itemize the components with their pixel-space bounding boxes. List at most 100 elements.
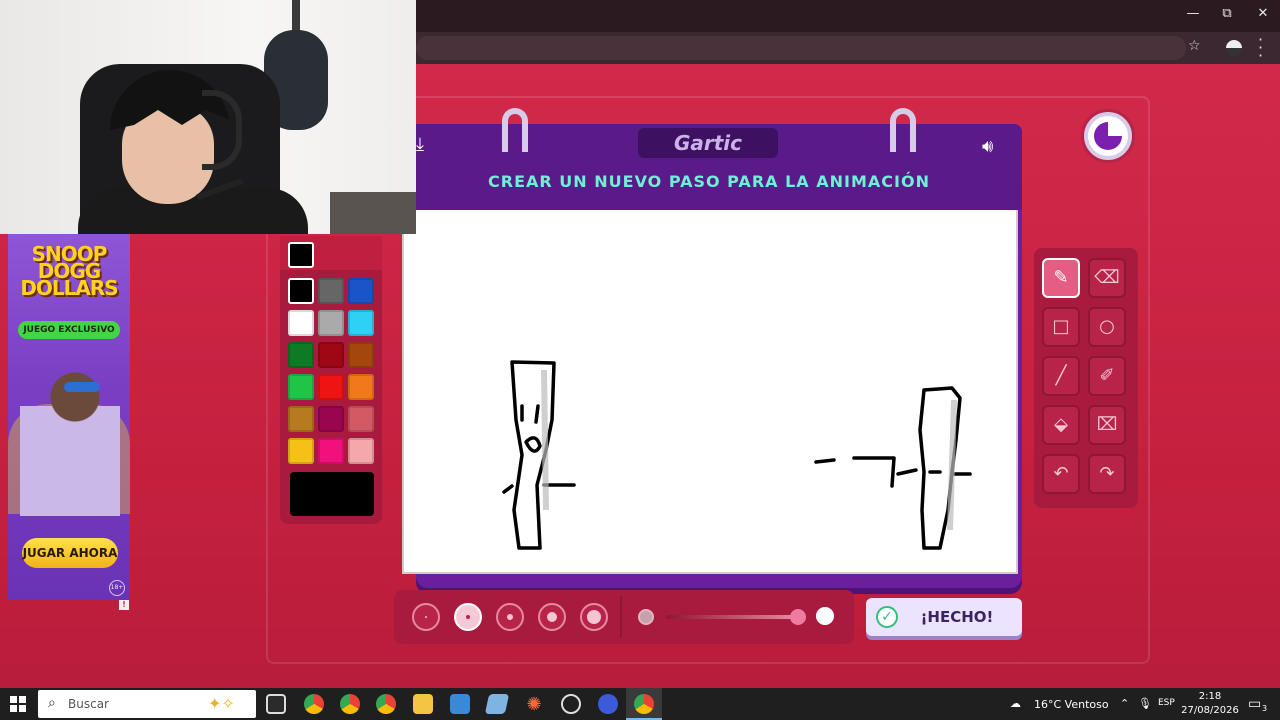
taskbar-active-chrome[interactable] xyxy=(626,688,662,720)
task-view-icon[interactable] xyxy=(266,694,286,714)
brush-dot-icon xyxy=(547,612,557,622)
color-swatch[interactable] xyxy=(318,374,344,400)
onion-skin-stroke xyxy=(947,399,957,531)
chrome-icon xyxy=(634,694,654,714)
opacity-slider[interactable] xyxy=(666,615,796,619)
chrome-icon[interactable] xyxy=(340,694,360,714)
brush-controls xyxy=(394,590,854,644)
download-icon[interactable]: ⤓ xyxy=(416,134,436,156)
chrome-icon[interactable] xyxy=(376,694,396,714)
ad-tagline: JUEGO EXCLUSIVO xyxy=(18,321,120,339)
color-swatch[interactable] xyxy=(348,438,374,464)
timer-progress xyxy=(1094,122,1122,150)
color-swatch[interactable] xyxy=(348,342,374,368)
check-icon: ✓ xyxy=(876,606,898,628)
color-swatch[interactable] xyxy=(348,374,374,400)
game-panel: Gartic ⤓ 🔊︎ CREAR UN NUEVO PASO PARA LA … xyxy=(402,108,1022,588)
fill-icon[interactable]: ⬙ xyxy=(1042,405,1080,445)
onion-skin-stroke xyxy=(541,369,549,511)
selected-color-preview xyxy=(290,472,374,516)
color-swatch[interactable] xyxy=(288,406,314,432)
color-swatch[interactable] xyxy=(288,310,314,336)
restore-button[interactable]: ⧉ xyxy=(1212,6,1242,21)
address-bar[interactable] xyxy=(416,36,1186,60)
file-explorer-icon[interactable] xyxy=(413,694,433,714)
rectangle-icon[interactable]: □ xyxy=(1042,307,1080,347)
color-swatch[interactable] xyxy=(288,278,314,304)
copilot-sparkle-icon: ✦✧ xyxy=(208,694,235,713)
brush-size-2[interactable] xyxy=(454,603,482,631)
done-button-label: ¡HECHO! xyxy=(920,608,994,626)
calculator-icon[interactable] xyxy=(450,694,470,714)
search-placeholder: Buscar xyxy=(68,697,109,711)
minimize-button[interactable]: — xyxy=(1178,6,1208,21)
language-indicator[interactable]: ESP xyxy=(1158,698,1175,708)
ring-right-icon xyxy=(890,108,916,152)
bookmark-star-icon[interactable]: ☆ xyxy=(1188,38,1201,54)
notepad-icon[interactable] xyxy=(484,694,510,714)
adchoices-icon[interactable]: ! xyxy=(119,600,129,610)
chrome-icon[interactable] xyxy=(304,694,324,714)
ad-play-button[interactable]: JUGAR AHORA xyxy=(22,538,118,568)
tray-chevron-icon[interactable]: ⌃ xyxy=(1120,697,1129,710)
brush-size-5[interactable] xyxy=(580,603,608,631)
taskbar-search[interactable]: ⌕ Buscar ✦✧ xyxy=(38,690,256,718)
eyedropper-icon[interactable]: ✐ xyxy=(1088,356,1126,396)
ad-age-badge: 18+ xyxy=(109,580,125,596)
current-color-swatch xyxy=(288,242,314,268)
burst-app-icon[interactable]: ✺ xyxy=(524,694,544,715)
line-icon[interactable]: ╱ xyxy=(1042,356,1080,396)
windows-start-icon[interactable] xyxy=(10,696,26,712)
brush-size-4[interactable] xyxy=(538,603,566,631)
left-figure-eye xyxy=(534,404,540,424)
brush-size-3[interactable] xyxy=(496,603,524,631)
color-swatch[interactable] xyxy=(318,406,344,432)
eraser-icon[interactable]: ⌫ xyxy=(1088,258,1126,298)
headset xyxy=(202,90,242,170)
pencil-icon[interactable]: ✎ xyxy=(1042,258,1080,298)
color-swatch[interactable] xyxy=(318,310,344,336)
color-swatch[interactable] xyxy=(348,310,374,336)
color-swatch[interactable] xyxy=(348,406,374,432)
close-window-button[interactable]: ✕ xyxy=(1248,6,1278,21)
drawing-canvas[interactable] xyxy=(402,210,1018,574)
clock-date: 27/08/2026 xyxy=(1181,705,1239,716)
color-swatch[interactable] xyxy=(318,278,344,304)
webcam-overlay xyxy=(0,0,416,234)
color-swatch[interactable] xyxy=(318,438,344,464)
done-button[interactable]: ✓ ¡HECHO! xyxy=(866,598,1022,636)
opacity-slider-handle[interactable] xyxy=(790,609,806,625)
color-swatch[interactable] xyxy=(288,374,314,400)
ellipse-icon[interactable]: ○ xyxy=(1088,307,1126,347)
left-figure-arm xyxy=(502,484,514,494)
brush-divider xyxy=(620,596,622,638)
notifications-icon[interactable]: ▭ xyxy=(1248,696,1261,712)
microphone-tray-icon[interactable]: 🎙︎ xyxy=(1138,697,1152,710)
color-swatch[interactable] xyxy=(288,438,314,464)
advertisement[interactable]: SNOOP DOGG DOLLARS JUEGO EXCLUSIVO JUGAR… xyxy=(8,234,130,600)
profile-avatar-icon[interactable] xyxy=(1226,40,1242,56)
clear-icon[interactable]: ⌧ xyxy=(1088,405,1126,445)
system-clock[interactable]: 2:18 27/08/2026 xyxy=(1180,690,1240,718)
discord-icon[interactable] xyxy=(598,694,618,714)
color-swatch[interactable] xyxy=(318,342,344,368)
gartic-logo: Gartic xyxy=(638,128,778,158)
weather-icon[interactable]: ☁ xyxy=(1010,697,1021,710)
weather-text[interactable]: 16°C Ventoso xyxy=(1034,698,1109,711)
browser-menu-icon[interactable]: · · · xyxy=(1258,32,1263,64)
redo-icon[interactable]: ↷ xyxy=(1088,454,1126,494)
right-figure xyxy=(814,386,972,550)
speaker-icon[interactable]: 🔊︎ xyxy=(982,136,1008,157)
brush-size-1[interactable] xyxy=(412,603,440,631)
brush-dot-icon xyxy=(507,614,513,620)
color-palette xyxy=(280,236,382,524)
color-swatch[interactable] xyxy=(348,278,374,304)
undo-icon[interactable]: ↶ xyxy=(1042,454,1080,494)
obs-icon[interactable] xyxy=(561,694,581,714)
brush-dot-icon xyxy=(587,610,601,624)
ad-character xyxy=(20,346,120,516)
opacity-min-icon xyxy=(638,609,654,625)
opacity-max-icon xyxy=(816,607,834,625)
instruction-text: CREAR UN NUEVO PASO PARA LA ANIMACIÓN xyxy=(488,172,930,191)
color-swatch[interactable] xyxy=(288,342,314,368)
